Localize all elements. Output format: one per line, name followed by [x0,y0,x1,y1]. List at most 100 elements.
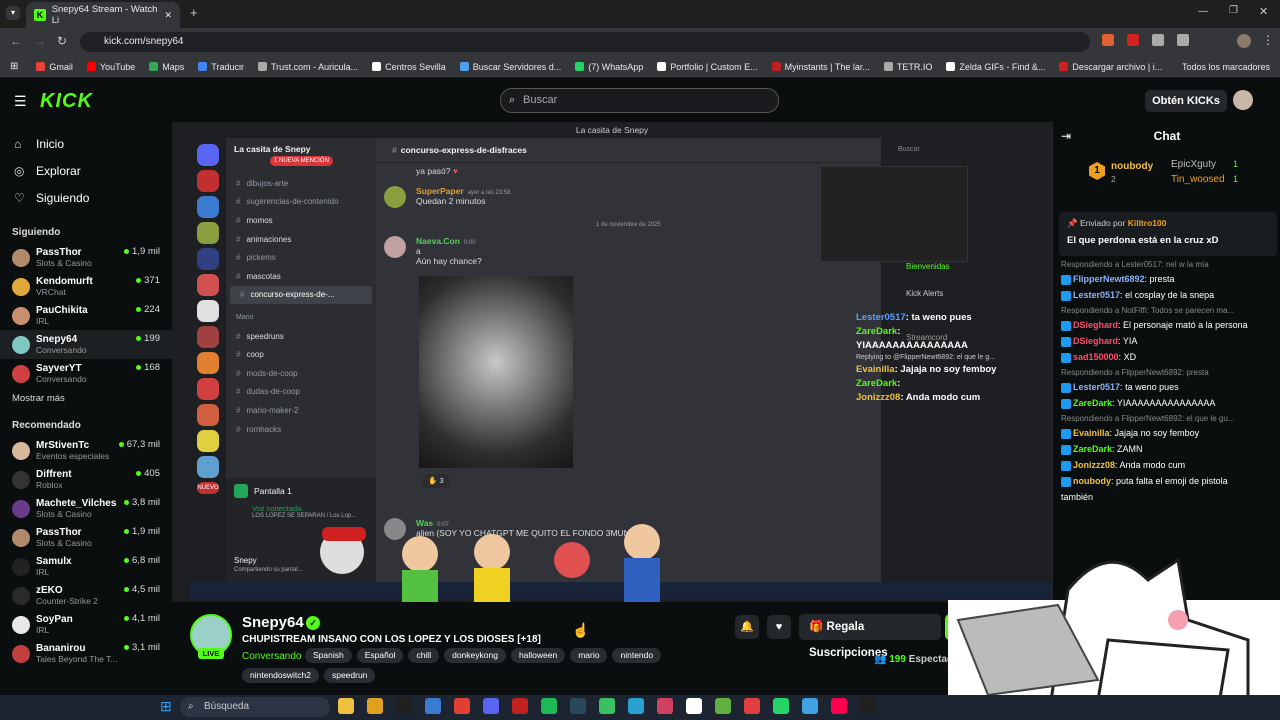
chat-message[interactable]: DSieghard: YIA [1061,334,1277,348]
nav-inicio[interactable]: ⌂ Inicio [0,130,172,157]
video-player[interactable]: La casita de Snepy NUEVO La casita de Sn… [172,122,1052,602]
extension-icon[interactable] [1152,34,1164,46]
sidebar-channel[interactable]: Bananirou Tales Beyond The T... 3,1 mil [0,639,172,668]
sidebar-channel[interactable]: Kendomurft VRChat 371 [0,272,172,301]
taskbar-app-icon[interactable] [802,698,818,714]
chat-message[interactable]: sad150000: XD [1061,350,1277,364]
chat-message[interactable]: ZareDark: ZAMN [1061,442,1277,456]
stream-category[interactable]: Conversando [242,651,301,662]
back-icon[interactable]: ← [10,34,22,48]
bookmark-item[interactable]: (7) WhatsApp [575,62,643,72]
sidebar-channel[interactable]: Snepy64 Conversando 199 [0,330,172,359]
sidebar-channel[interactable]: SoyPan IRL 4,1 mil [0,610,172,639]
close-window-icon[interactable]: ✕ [1259,5,1268,18]
nav-explorar[interactable]: ◎ Explorar [0,157,172,184]
taskbar-app-icon[interactable] [396,698,412,714]
windows-search[interactable]: ⌕ Búsqueda [180,697,330,717]
extensions-puzzle-icon[interactable] [1177,34,1189,46]
notification-bell-button[interactable]: 🔔 [735,615,759,639]
chat-message[interactable]: noubody: puta falta el emoji de pistola [1061,474,1277,488]
tag[interactable]: nintendo [612,648,662,663]
podium-user[interactable]: Tin_woosed [1171,174,1225,185]
chat-username[interactable]: FlipperNewt6892 [1073,274,1145,284]
windows-start-icon[interactable]: ⊞ [160,698,172,715]
menu-kebab-icon[interactable]: ⋮ [1262,33,1274,47]
taskbar-app-icon[interactable] [744,698,760,714]
sidebar-channel[interactable]: Diffrent Roblox 405 [0,465,172,494]
chat-username[interactable]: sad150000 [1073,352,1119,362]
streamer-name[interactable]: Snepy64 [242,614,304,631]
sidebar-channel[interactable]: SayverYT Conversando 168 [0,359,172,388]
taskbar-app-icon[interactable] [541,698,557,714]
tag[interactable]: speedrun [323,668,376,683]
bookmark-item[interactable]: Buscar Servidores d... [459,62,561,72]
taskbar-app-icon[interactable] [367,698,383,714]
profile-avatar[interactable] [1237,34,1251,48]
taskbar-app-icon[interactable] [831,698,847,714]
tag[interactable]: donkeykong [444,648,506,663]
minimize-icon[interactable]: — [1198,6,1208,17]
chat-username[interactable]: noubody [1073,476,1111,486]
url-field[interactable]: kick.com/snepy64 [80,32,1090,52]
tag[interactable]: Spanish [305,648,352,663]
kick-logo[interactable]: KICK [40,90,93,113]
hamburger-menu-icon[interactable]: ☰ [14,93,27,110]
bookmark-item[interactable]: Traducir [198,62,244,72]
chat-message[interactable]: también [1061,490,1277,504]
maximize-icon[interactable]: ❐ [1229,5,1238,16]
gift-subs-button[interactable]: 🎁 Regala Suscripciones [799,614,941,659]
bookmark-item[interactable]: Maps [149,62,184,72]
search-input[interactable]: ⌕ Buscar [500,88,779,113]
chat-username[interactable]: Lester0517 [1073,290,1120,300]
chat-message[interactable]: Respondiendo a FlipperNewt6892: presta Le… [1061,366,1277,394]
taskbar-app-icon[interactable] [483,698,499,714]
chat-message[interactable]: Respondiendo a NotFiffi: Todos se parece… [1061,304,1277,332]
taskbar-app-icon[interactable] [657,698,673,714]
podium-user[interactable]: EpicXguty [1171,159,1216,170]
chat-username[interactable]: ZareDark [1073,398,1112,408]
chat-username[interactable]: ZareDark [1073,444,1112,454]
taskbar-app-icon[interactable] [338,698,354,714]
bookmark-item[interactable]: Centros Sevilla [372,62,446,72]
bookmark-item[interactable]: Descargar archivo | i... [1059,62,1162,72]
bookmark-item[interactable]: Myinstants | The lar... [771,62,870,72]
taskbar-app-icon[interactable] [512,698,528,714]
new-tab-icon[interactable]: + [190,5,198,20]
chat-message[interactable]: Lester0517: el cosplay de la snepa [1061,288,1277,302]
bookmark-item[interactable]: TETR.IO [883,62,932,72]
user-avatar[interactable] [1233,90,1253,110]
bookmark-item[interactable]: Trust.com - Auricula... [257,62,358,72]
show-more-link[interactable]: Mostrar más [0,388,172,410]
sidebar-channel[interactable]: PassThor Slots & Casino 1,9 mil [0,243,172,272]
tag[interactable]: nintendoswitch2 [242,668,319,683]
chat-username[interactable]: DSieghard [1073,320,1118,330]
all-bookmarks[interactable]: Todos los marcadores [1182,62,1270,72]
bookmark-item[interactable]: YouTube [86,62,135,72]
taskbar-app-icon[interactable] [773,698,789,714]
taskbar-app-icon[interactable] [425,698,441,714]
chat-username[interactable]: Evainilla [1073,428,1110,438]
follow-heart-button[interactable]: ♥ [767,615,791,639]
nav-siguiendo[interactable]: ♡ Siguiendo [0,184,172,211]
sidebar-channel[interactable]: zEKO Counter-Strike 2 4,5 mil [0,581,172,610]
browser-tab[interactable]: K Snepy64 Stream - Watch Li ✕ [26,2,180,28]
taskbar-app-icon[interactable] [686,698,702,714]
chat-message[interactable]: Respondiendo a FlipperNewt6892: el que l… [1061,412,1277,440]
get-kicks-button[interactable]: Obtén KICKs [1145,90,1227,112]
bookmark-item[interactable]: Zelda GIFs - Find &... [946,62,1045,72]
chat-message[interactable]: Jonizzz08: Anda modo cum [1061,458,1277,472]
sidebar-channel[interactable]: Machete_Vilches Slots & Casino 3,8 mil [0,494,172,523]
taskbar-app-icon[interactable] [454,698,470,714]
tab-close-icon[interactable]: ✕ [164,10,172,21]
sidebar-channel[interactable]: MrStivenTc Eventos especiales 67,3 mil [0,436,172,465]
bookmark-item[interactable]: Portfolio | Custom E... [657,62,758,72]
tag[interactable]: halloween [510,648,566,663]
tab-search-icon[interactable]: ▾ [6,6,20,20]
chat-username[interactable]: DSieghard [1073,336,1118,346]
tag[interactable]: mario [570,648,608,663]
chat-username[interactable]: Lester0517 [1073,382,1120,392]
taskbar-app-icon[interactable] [860,698,876,714]
taskbar-app-icon[interactable] [599,698,615,714]
chat-username[interactable]: Jonizzz08 [1073,460,1115,470]
tag[interactable]: Español [356,648,404,663]
